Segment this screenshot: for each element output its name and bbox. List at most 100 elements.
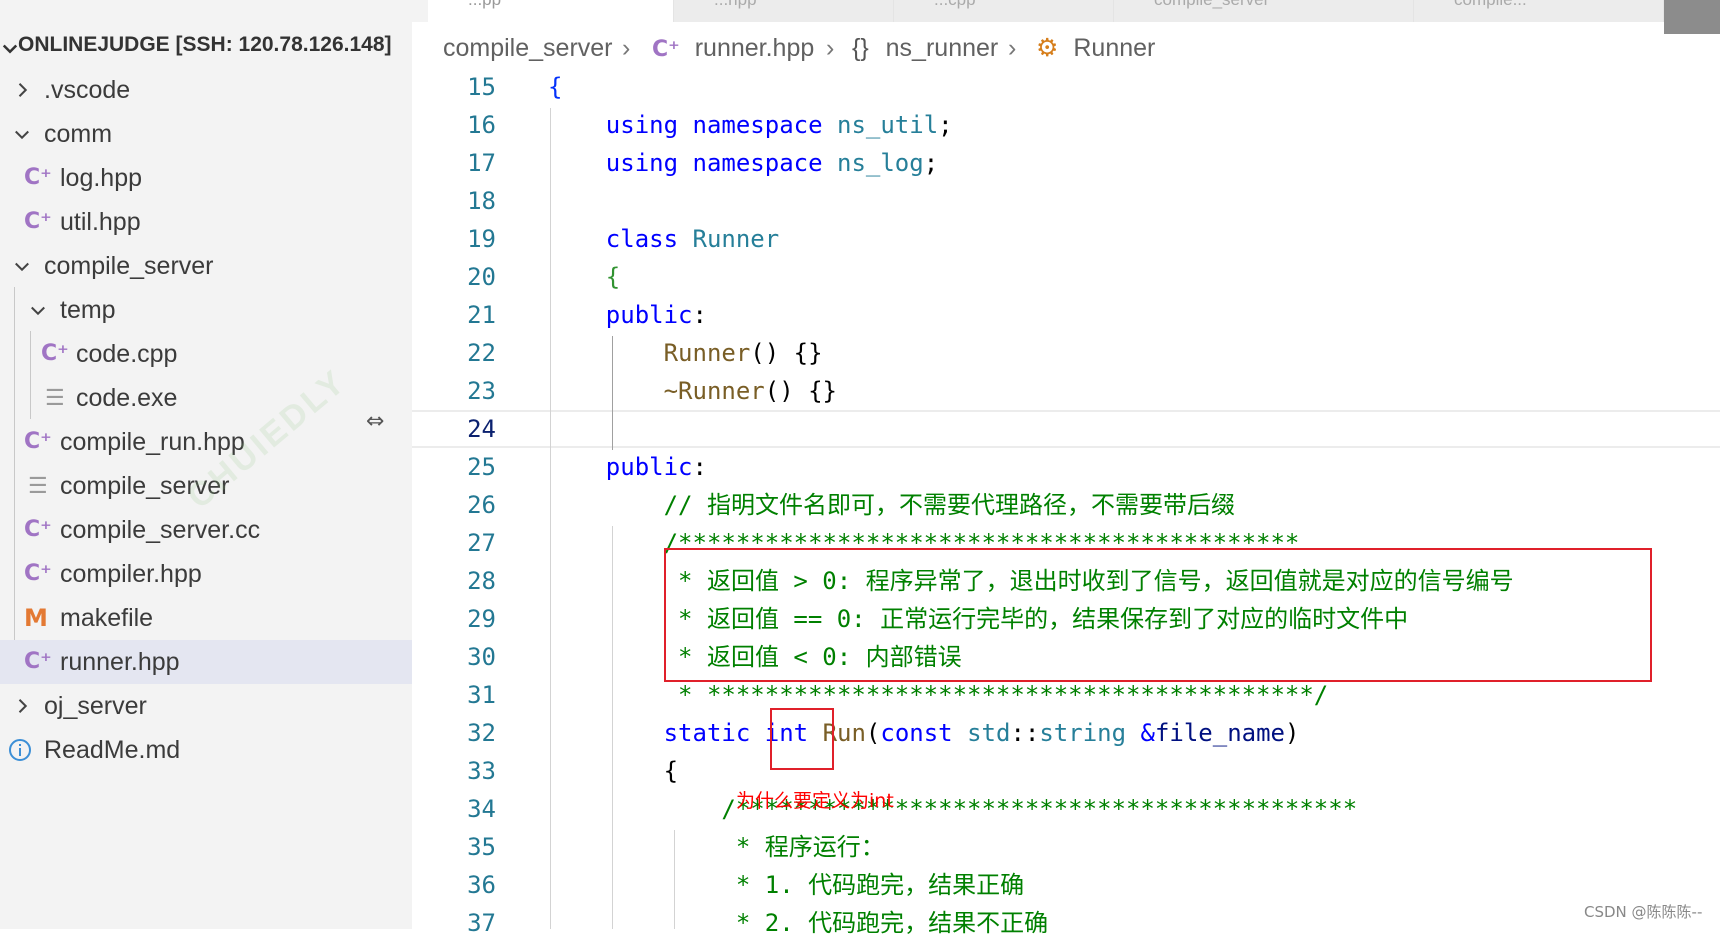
code-token: & <box>1140 719 1155 747</box>
chevron-down-icon <box>28 288 48 332</box>
code-token: () {} <box>764 377 837 405</box>
line-number: 15 <box>467 73 496 101</box>
line-number: 33 <box>467 757 496 785</box>
tree-item-compile-server-cc[interactable]: C⁺ compile_server.cc <box>0 508 412 552</box>
info-icon <box>8 728 32 772</box>
chevron-right-icon <box>12 68 32 112</box>
code-token: { <box>663 757 679 785</box>
code-line[interactable]: 25 public: <box>412 448 1720 486</box>
line-number: 25 <box>467 453 496 481</box>
tab-hpp[interactable]: ...hpp <box>674 0 894 22</box>
code-token: const <box>880 719 953 747</box>
code-token: // 指明文件名即可，不需要代理路径，不需要带后缀 <box>663 491 1235 519</box>
code-line[interactable]: 32 static int Run(const std::string &file… <box>412 714 1720 752</box>
tree-item-util-hpp[interactable]: C⁺ util.hpp <box>0 200 412 244</box>
cpp-file-icon: C⁺ <box>24 649 52 674</box>
code-line[interactable]: 17 using namespace ns_log; <box>412 144 1720 182</box>
tree-item-oj-server[interactable]: oj_server <box>0 684 412 728</box>
line-number: 22 <box>467 339 496 367</box>
code-text: ~Runner() {} <box>664 372 837 410</box>
chevron-right-icon <box>12 684 32 728</box>
code-line[interactable]: 23 ~Runner() {} <box>412 372 1720 410</box>
code-token: ~Runner <box>663 377 765 405</box>
class-icon: ⚙ <box>1036 34 1059 62</box>
code-line[interactable]: 26 // 指明文件名即可，不需要代理路径，不需要带后缀 <box>412 486 1720 524</box>
breadcrumb-file: runner.hpp <box>694 34 815 62</box>
code-line[interactable]: 36 * 1. 代码跑完，结果正确 <box>412 866 1720 904</box>
breadcrumb-namespace-item[interactable]: {} ns_runner <box>852 26 998 70</box>
code-text: Runner() {} <box>664 334 823 372</box>
code-token: public <box>605 301 693 329</box>
tab-compile[interactable]: compile... <box>1414 0 1664 22</box>
code-token: ; <box>923 149 939 177</box>
tab-cpp[interactable]: ...cpp <box>894 0 1114 22</box>
cpp-file-icon: C⁺ <box>24 165 52 190</box>
tab-compile-server[interactable]: compile_server <box>1114 0 1414 22</box>
code-token: : <box>692 453 707 481</box>
code-line[interactable]: 20 { <box>412 258 1720 296</box>
code-line[interactable]: 22 Runner() {} <box>412 334 1720 372</box>
tree-item-label: oj_server <box>44 692 147 720</box>
line-number: 24 <box>467 415 496 443</box>
tree-item-label: ReadMe.md <box>44 736 181 764</box>
annotation-note: 为什么要定义为int <box>736 790 894 812</box>
code-token: * **************************************… <box>663 681 1329 709</box>
code-editor[interactable]: 15 {16 using namespace ns_util; 17 using nam… <box>412 68 1720 937</box>
tree-item-label: compile_server <box>44 252 214 280</box>
code-line[interactable]: 21 public: <box>412 296 1720 334</box>
code-line[interactable]: 16 using namespace ns_util; <box>412 106 1720 144</box>
breadcrumb-folder[interactable]: compile_server <box>443 26 613 70</box>
tree-item-label: log.hpp <box>60 164 143 192</box>
tree-item-compile-server-bin[interactable]: ☰ compile_server <box>0 464 412 508</box>
tree-item-label: compiler.hpp <box>60 560 202 588</box>
code-text: class Runner <box>606 220 779 258</box>
breadcrumb-separator-icon: › <box>826 34 835 62</box>
code-line[interactable]: 15 { <box>412 68 1720 106</box>
code-token: ns_log <box>837 149 924 177</box>
tree-item-vscode[interactable]: .vscode <box>0 68 412 112</box>
breadcrumb-class-item[interactable]: ⚙ Runner <box>1036 26 1155 70</box>
code-text: // 指明文件名即可，不需要代理路径，不需要带后缀 <box>664 486 1235 524</box>
code-text: * 程序运行： <box>721 828 885 866</box>
code-text: public: <box>606 296 707 334</box>
tree-item-label: temp <box>60 296 116 324</box>
cpp-file-icon: C⁺ <box>652 37 680 62</box>
code-line[interactable]: 35 * 程序运行： <box>412 828 1720 866</box>
indent-guide <box>612 336 613 450</box>
tree-item-runner-hpp[interactable]: C⁺ runner.hpp <box>0 640 412 684</box>
tree-item-compile-run-hpp[interactable]: C⁺ compile_run.hpp <box>0 420 412 464</box>
line-number: 27 <box>467 529 496 557</box>
code-line[interactable]: 19 class Runner <box>412 220 1720 258</box>
tree-item-temp[interactable]: temp <box>0 288 412 332</box>
tree-item-comm[interactable]: comm <box>0 112 412 156</box>
code-token: Runner <box>692 225 780 253</box>
tree-item-compile-server-folder[interactable]: compile_server <box>0 244 412 288</box>
code-text: * 1. 代码跑完，结果正确 <box>721 866 1024 904</box>
cpp-file-icon: C⁺ <box>24 517 52 542</box>
chevron-down-icon <box>0 30 20 67</box>
tree-item-code-exe[interactable]: ☰ code.exe <box>0 376 412 420</box>
code-line[interactable]: 37 * 2. 代码跑完，结果不正确 <box>412 904 1720 942</box>
breadcrumb-file-item[interactable]: C⁺ runner.hpp <box>652 26 814 72</box>
code-line[interactable]: 34/*************************************… <box>412 790 1720 828</box>
line-number: 36 <box>467 871 496 899</box>
code-text: * 2. 代码跑完，结果不正确 <box>721 904 1048 942</box>
tree-item-code-cpp[interactable]: C⁺ code.cpp <box>0 332 412 376</box>
tree-item-label: .vscode <box>44 76 131 104</box>
code-line[interactable]: 33 { <box>412 752 1720 790</box>
code-line[interactable]: 24 <box>412 410 1720 448</box>
code-token: * 1. 代码跑完，结果正确 <box>721 871 1025 899</box>
tab-runner-hpp[interactable]: ...pp <box>428 0 674 22</box>
explorer-header[interactable]: ONLINEJUDGE [SSH: 120.78.126.148] <box>0 30 412 60</box>
tree-item-makefile[interactable]: M makefile <box>0 596 412 640</box>
tree-item-readme[interactable]: ReadMe.md <box>0 728 412 772</box>
tree-item-log-hpp[interactable]: C⁺ log.hpp <box>0 156 412 200</box>
code-line[interactable]: 18 <box>412 182 1720 220</box>
breadcrumb: compile_server › C⁺ runner.hpp › {} ns_r… <box>412 26 1720 70</box>
return-value-highlight-box <box>664 548 1652 682</box>
tree-item-compiler-hpp[interactable]: C⁺ compiler.hpp <box>0 552 412 596</box>
code-text: { <box>606 258 620 296</box>
